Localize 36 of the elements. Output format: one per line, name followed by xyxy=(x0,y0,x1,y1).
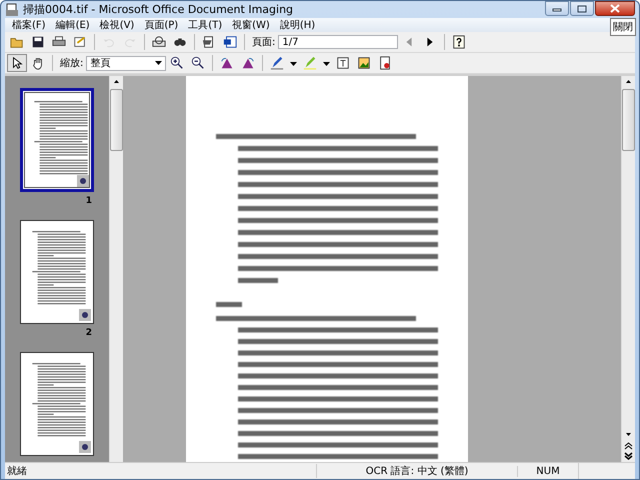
scrollbar[interactable] xyxy=(109,76,123,462)
menu-item[interactable]: 檢視(V) xyxy=(94,18,140,32)
page-number: 1 xyxy=(86,196,92,206)
close-button[interactable] xyxy=(595,1,635,16)
num-lock-status: NUM xyxy=(517,466,578,476)
caret-icon xyxy=(155,61,162,65)
menu-item[interactable]: 工具(T) xyxy=(183,18,228,32)
close-icon xyxy=(610,4,620,13)
page-field[interactable]: 1/7 xyxy=(278,35,398,49)
page-number: 2 xyxy=(86,328,92,338)
window-title: 掃描0004.tif - Microsoft Office Document Imaging xyxy=(23,2,294,17)
previous-page-icon[interactable] xyxy=(623,440,634,451)
scrollbar[interactable] xyxy=(621,76,635,462)
menu-item[interactable]: 說明(H) xyxy=(274,18,320,32)
ocr-language-status: OCR 語言: 中文 (繁體) xyxy=(316,464,517,478)
zoom-label: 縮放: xyxy=(60,56,84,70)
menu-item[interactable]: 檔案(F) xyxy=(7,18,51,32)
next-page-icon[interactable] xyxy=(623,451,634,462)
status-message: 就緒 xyxy=(6,464,28,478)
page-thumbnail[interactable] xyxy=(20,88,94,192)
zoom-dropdown[interactable]: 整頁 xyxy=(86,56,166,70)
pointer-icon[interactable] xyxy=(7,54,27,72)
maximize-button[interactable] xyxy=(570,1,594,16)
tooltip: 關閉 xyxy=(610,18,636,36)
minimize-button[interactable] xyxy=(545,1,569,16)
page-label: 頁面: xyxy=(252,36,276,49)
maximize-icon xyxy=(577,4,587,12)
scrollbar-thumb[interactable] xyxy=(622,89,635,151)
menu-item[interactable]: 編輯(E) xyxy=(50,18,95,32)
page-thumbnail[interactable] xyxy=(20,220,94,324)
scrollbar-thumb[interactable] xyxy=(110,89,123,151)
scanner-icon xyxy=(5,2,19,16)
minimize-icon xyxy=(552,6,562,12)
menu-item[interactable]: 視窗(W) xyxy=(227,18,275,32)
menu-item[interactable]: 頁面(P) xyxy=(139,18,184,32)
page-thumbnail[interactable] xyxy=(20,352,94,456)
